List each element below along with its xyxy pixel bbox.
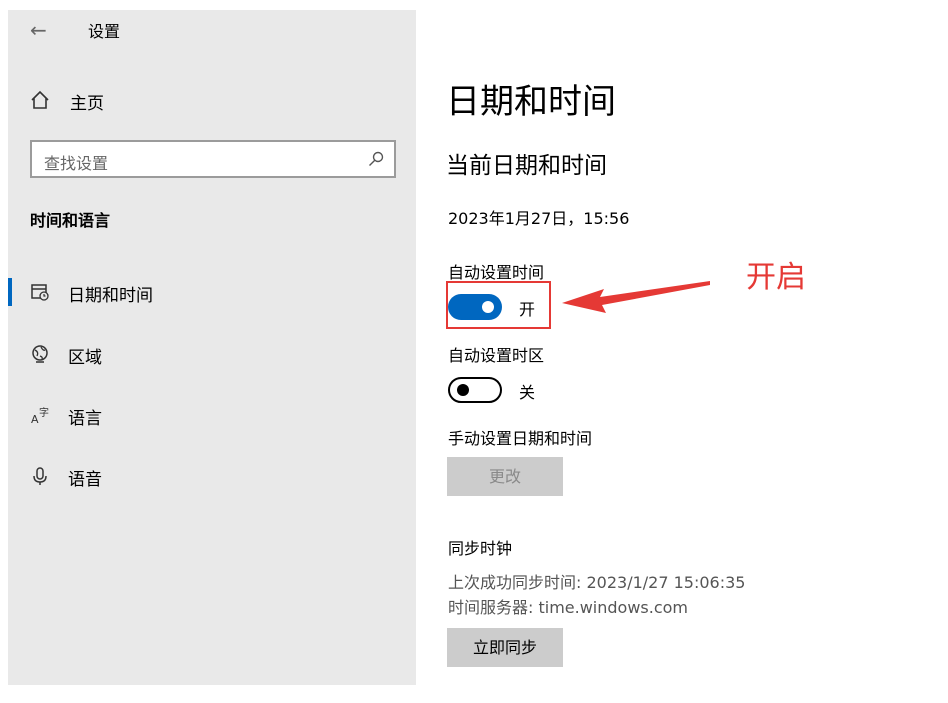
svg-text:A: A <box>31 413 39 425</box>
globe-icon <box>32 345 48 363</box>
change-button[interactable]: 更改 <box>447 457 563 496</box>
sidebar-item-label: 语言 <box>68 409 102 429</box>
sync-now-button[interactable]: 立即同步 <box>447 628 563 667</box>
home-icon[interactable] <box>30 90 50 110</box>
search-placeholder: 查找设置 <box>44 154 109 173</box>
annotation-highlight-box <box>446 281 551 329</box>
calendar-clock-icon <box>31 284 49 301</box>
auto-time-label: 自动设置时间 <box>448 263 545 282</box>
toggle-knob <box>457 384 469 396</box>
selected-indicator <box>8 278 12 306</box>
time-server-text: 时间服务器: time.windows.com <box>448 598 689 617</box>
page-title: 日期和时间 <box>446 82 616 122</box>
last-sync-text: 上次成功同步时间: 2023/1/27 15:06:35 <box>448 573 746 592</box>
auto-timezone-state: 关 <box>519 383 536 402</box>
manual-datetime-label: 手动设置日期和时间 <box>448 429 593 448</box>
sidebar-item-label: 日期和时间 <box>68 286 153 306</box>
current-datetime: 2023年1月27日，15:56 <box>448 209 630 228</box>
sync-clock-title: 同步时钟 <box>448 539 513 558</box>
microphone-icon <box>33 467 47 485</box>
sidebar: ← 设置 主页 查找设置 时间和语言 日期和时间 区域 A 字 语言 语音 <box>8 10 416 685</box>
app-title: 设置 <box>88 22 121 41</box>
language-icon: A 字 <box>31 406 49 425</box>
sidebar-item-region[interactable]: 区域 <box>8 332 416 376</box>
section-title: 时间和语言 <box>30 211 111 230</box>
sidebar-item-label: 区域 <box>68 348 102 368</box>
svg-text:字: 字 <box>39 406 49 419</box>
annotation-label: 开启 <box>746 260 806 295</box>
search-icon[interactable] <box>368 151 384 167</box>
section-subtitle: 当前日期和时间 <box>446 153 607 179</box>
auto-timezone-toggle[interactable] <box>448 377 502 403</box>
sidebar-item-language[interactable]: A 字 语言 <box>8 393 416 437</box>
sidebar-item-date-time[interactable]: 日期和时间 <box>8 270 416 314</box>
home-link[interactable]: 主页 <box>70 89 104 114</box>
annotation-arrow <box>562 281 710 313</box>
sidebar-item-speech[interactable]: 语音 <box>8 454 416 498</box>
back-arrow-icon[interactable]: ← <box>30 18 47 42</box>
auto-timezone-label: 自动设置时区 <box>448 346 545 365</box>
search-input[interactable]: 查找设置 <box>30 140 396 178</box>
sidebar-item-label: 语音 <box>68 470 102 490</box>
